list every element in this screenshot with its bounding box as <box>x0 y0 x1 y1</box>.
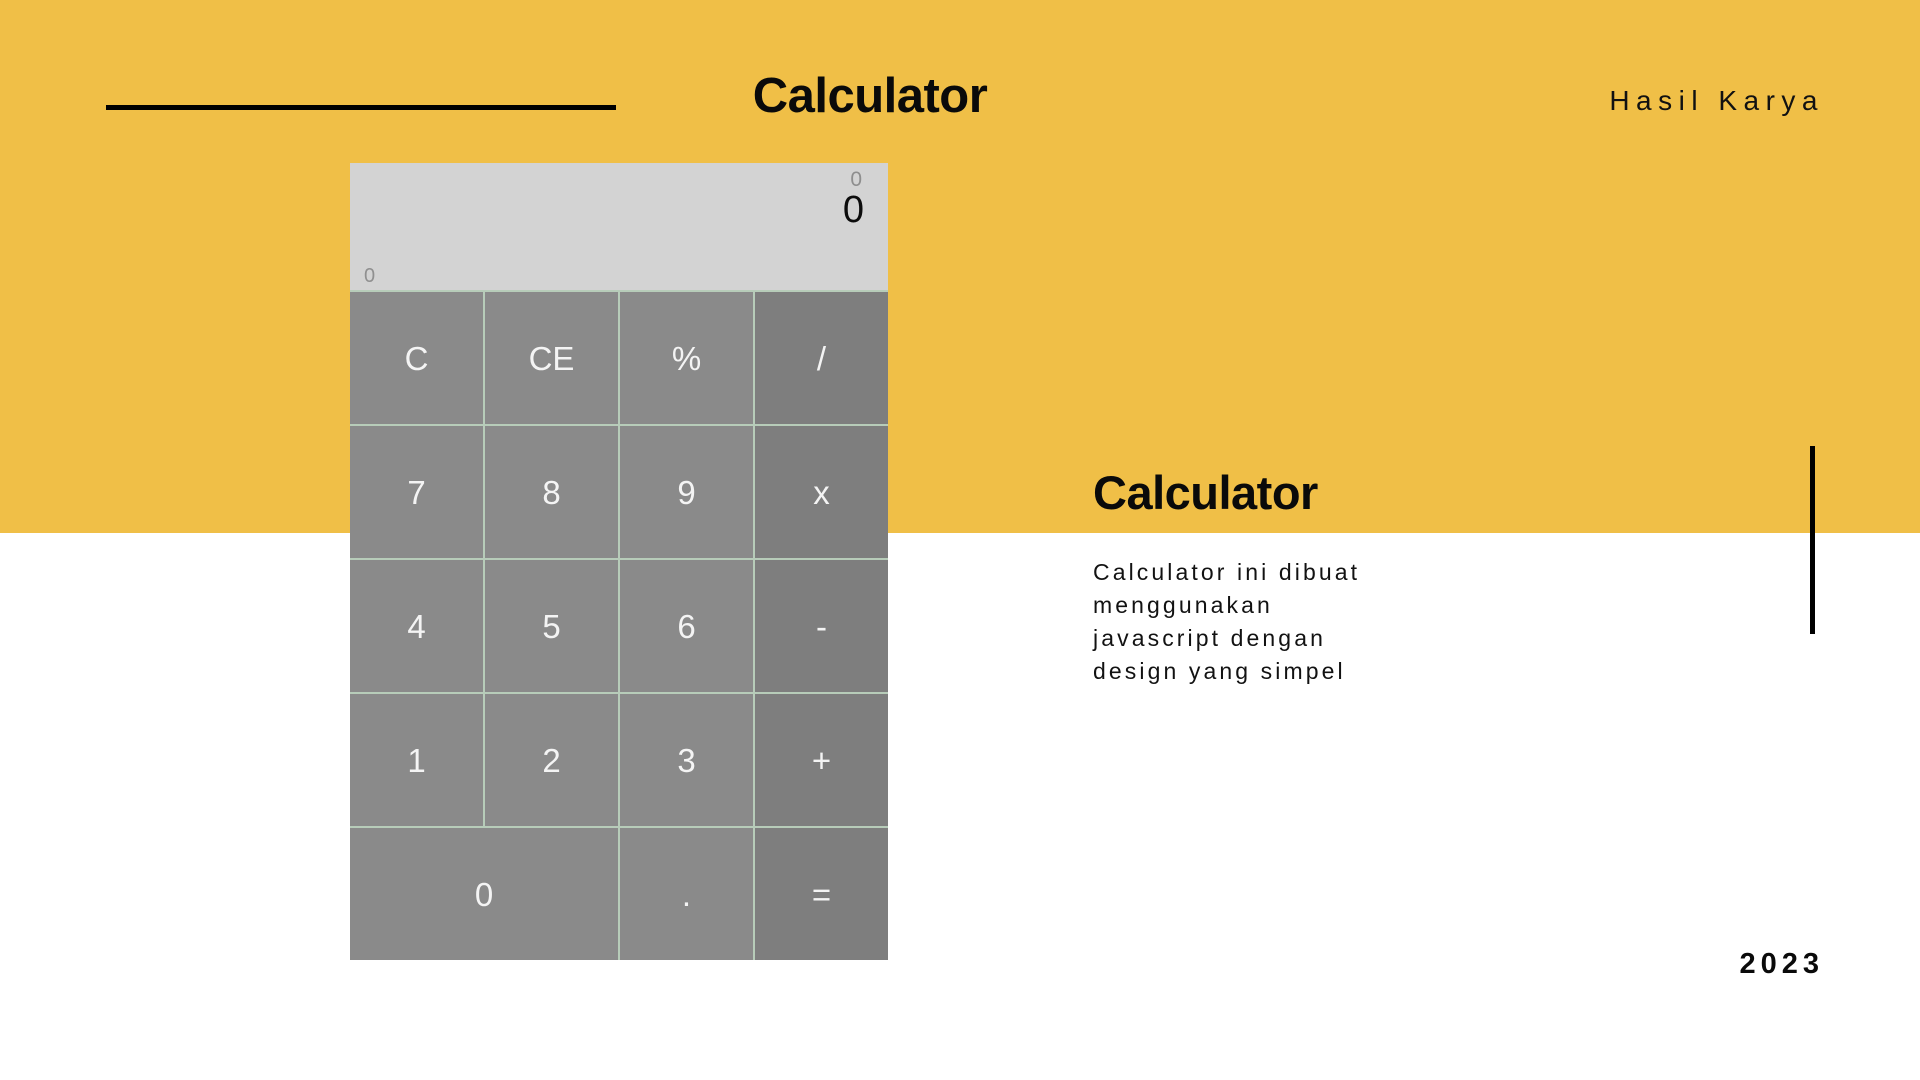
calculator-key-four[interactable]: 4 <box>350 560 483 692</box>
page-title: Calculator <box>752 69 988 123</box>
footer-year: 2023 <box>1739 948 1824 980</box>
calculator-key-percent[interactable]: % <box>620 292 753 424</box>
description-body-line: menggunakan <box>1093 592 1273 618</box>
calculator-key-multiply[interactable]: x <box>755 426 888 558</box>
calculator-key-add[interactable]: + <box>755 694 888 826</box>
calculator-keypad: C CE%/ 7 8 9 x 4 5 6- 1 2 3 +0. = <box>350 290 888 960</box>
header-divider-rule <box>106 105 616 110</box>
calculator-key-three[interactable]: 3 <box>620 694 753 826</box>
calculator-display: 0 0 0 <box>350 163 888 290</box>
calculator-key-divide[interactable]: / <box>755 292 888 424</box>
calculator-key-nine[interactable]: 9 <box>620 426 753 558</box>
calculator-key-seven[interactable]: 7 <box>350 426 483 558</box>
calculator-key-five[interactable]: 5 <box>485 560 618 692</box>
calculator-key-one[interactable]: 1 <box>350 694 483 826</box>
calculator-key-zero[interactable]: 0 <box>350 828 618 960</box>
description-title: Calculator <box>1093 466 1318 519</box>
display-current-value: 0 <box>842 189 864 231</box>
calculator-widget: 0 0 0 C CE%/ 7 8 9 x 4 5 6- 1 2 3 +0. = <box>350 163 888 960</box>
calculator-key-clear[interactable]: C <box>350 292 483 424</box>
calculator-key-clear-entry[interactable]: CE <box>485 292 618 424</box>
calculator-key-two[interactable]: 2 <box>485 694 618 826</box>
calculator-key-decimal-point[interactable]: . <box>620 828 753 960</box>
description-body-line: javascript dengan <box>1093 625 1326 651</box>
header-eyebrow-label: Hasil Karya <box>1609 85 1824 116</box>
display-history-value: 0 <box>850 168 862 191</box>
slide-canvas: Calculator Hasil Karya 0 0 0 C CE%/ 7 8 9 x 4 5… <box>0 0 1920 1080</box>
description-body-line: design yang simpel <box>1093 658 1346 684</box>
description-body-line: Calculator ini dibuat <box>1093 559 1361 585</box>
description-body: Calculator ini dibuat menggunakan javascri… <box>1093 556 1613 688</box>
calculator-key-eight[interactable]: 8 <box>485 426 618 558</box>
vertical-accent-line <box>1810 446 1815 634</box>
calculator-key-equals[interactable]: = <box>755 828 888 960</box>
calculator-key-subtract[interactable]: - <box>755 560 888 692</box>
display-memory-value: 0 <box>364 265 376 287</box>
calculator-key-six[interactable]: 6 <box>620 560 753 692</box>
